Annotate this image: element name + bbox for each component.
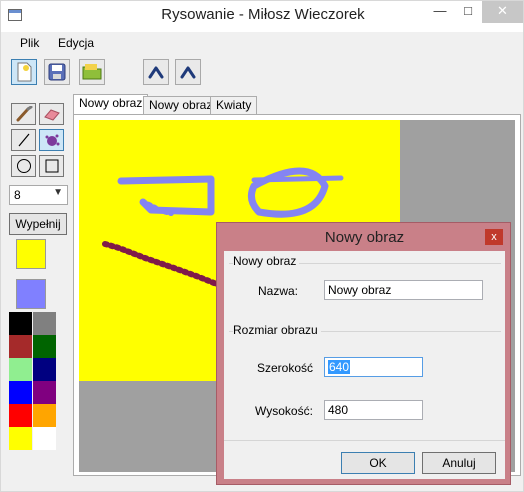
ok-button[interactable]: OK: [341, 452, 415, 474]
palette-color-swatch[interactable]: [33, 358, 56, 381]
height-field-value: 480: [328, 403, 349, 417]
name-field[interactable]: Nowy obraz: [324, 280, 483, 300]
open-folder-icon: [82, 64, 102, 80]
tab-kwiaty[interactable]: Kwiaty: [210, 96, 258, 114]
brush-icon: [16, 106, 32, 122]
color-palette: [9, 312, 56, 452]
circle-tool-button[interactable]: [11, 155, 36, 177]
new-file-button[interactable]: [11, 59, 37, 85]
line-icon: [18, 133, 29, 147]
name-field-value: Nowy obraz: [328, 283, 392, 297]
main-window: Rysowanie - Miłosz Wieczorek — □ ✕ Plik …: [0, 0, 524, 492]
maximize-button[interactable]: □: [454, 1, 482, 23]
height-field[interactable]: 480: [324, 400, 423, 420]
spray-icon: [45, 134, 59, 146]
brush-size-select[interactable]: 8 ▼: [9, 185, 68, 205]
group-new-image-label: Nowy obraz: [233, 254, 300, 268]
dialog-body: Nowy obraz Nazwa: Nowy obraz Rozmiar obr…: [224, 251, 505, 479]
tab-nowy-obraz-2[interactable]: Nowy obraz: [143, 96, 219, 114]
undo-button[interactable]: [143, 59, 169, 85]
new-image-dialog: Nowy obraz x Nowy obraz Nazwa: Nowy obra…: [216, 222, 511, 485]
palette-color-swatch[interactable]: [33, 404, 56, 427]
line-tool-button[interactable]: [11, 129, 36, 151]
dialog-title: Nowy obraz: [324, 229, 405, 246]
cancel-button[interactable]: Anuluj: [422, 452, 496, 474]
save-button[interactable]: [44, 59, 70, 85]
redo-icon: [180, 66, 196, 79]
eraser-icon: [43, 109, 60, 121]
redo-button[interactable]: [175, 59, 201, 85]
chevron-down-icon: ▼: [53, 187, 63, 198]
close-button[interactable]: ✕: [482, 1, 523, 23]
palette-color-swatch[interactable]: [9, 335, 32, 358]
brush-size-value: 8: [14, 188, 21, 202]
menu-edycja[interactable]: Edycja: [58, 36, 94, 50]
name-label: Nazwa:: [258, 284, 299, 298]
brush-tool-button[interactable]: [11, 103, 36, 125]
circle-icon: [16, 159, 31, 173]
eraser-tool-button[interactable]: [39, 103, 64, 125]
palette-color-swatch[interactable]: [33, 427, 56, 450]
save-icon: [48, 63, 66, 81]
palette-color-swatch[interactable]: [9, 358, 32, 381]
dialog-close-button[interactable]: x: [485, 229, 503, 245]
secondary-color-swatch[interactable]: [16, 279, 46, 309]
footer-divider: [224, 440, 505, 441]
width-field-value: 640: [328, 360, 351, 374]
menu-plik[interactable]: Plik: [20, 36, 39, 50]
new-file-icon: [17, 62, 32, 82]
group-size-label: Rozmiar obrazu: [233, 323, 321, 337]
palette-color-swatch[interactable]: [9, 381, 32, 404]
palette-color-swatch[interactable]: [9, 404, 32, 427]
palette-color-swatch[interactable]: [33, 335, 56, 358]
rectangle-icon: [45, 159, 58, 173]
menu-bar: Plik Edycja: [1, 32, 523, 54]
fill-button[interactable]: Wypełnij: [9, 213, 67, 235]
width-field[interactable]: 640: [324, 357, 423, 377]
open-button[interactable]: [79, 59, 105, 85]
minimize-button[interactable]: —: [426, 1, 454, 23]
width-label: Szerokość: [257, 361, 314, 375]
rectangle-tool-button[interactable]: [39, 155, 64, 177]
palette-color-swatch[interactable]: [33, 312, 56, 335]
palette-color-swatch[interactable]: [9, 427, 32, 450]
tab-nowy-obraz-1[interactable]: Nowy obraz: [73, 94, 149, 115]
height-label: Wysokość:: [255, 404, 313, 418]
title-bar: Rysowanie - Miłosz Wieczorek — □ ✕: [1, 1, 523, 32]
spray-tool-button[interactable]: [39, 129, 64, 151]
undo-icon: [148, 66, 164, 79]
palette-color-swatch[interactable]: [9, 312, 32, 335]
palette-color-swatch[interactable]: [33, 381, 56, 404]
primary-color-swatch[interactable]: [16, 239, 46, 269]
